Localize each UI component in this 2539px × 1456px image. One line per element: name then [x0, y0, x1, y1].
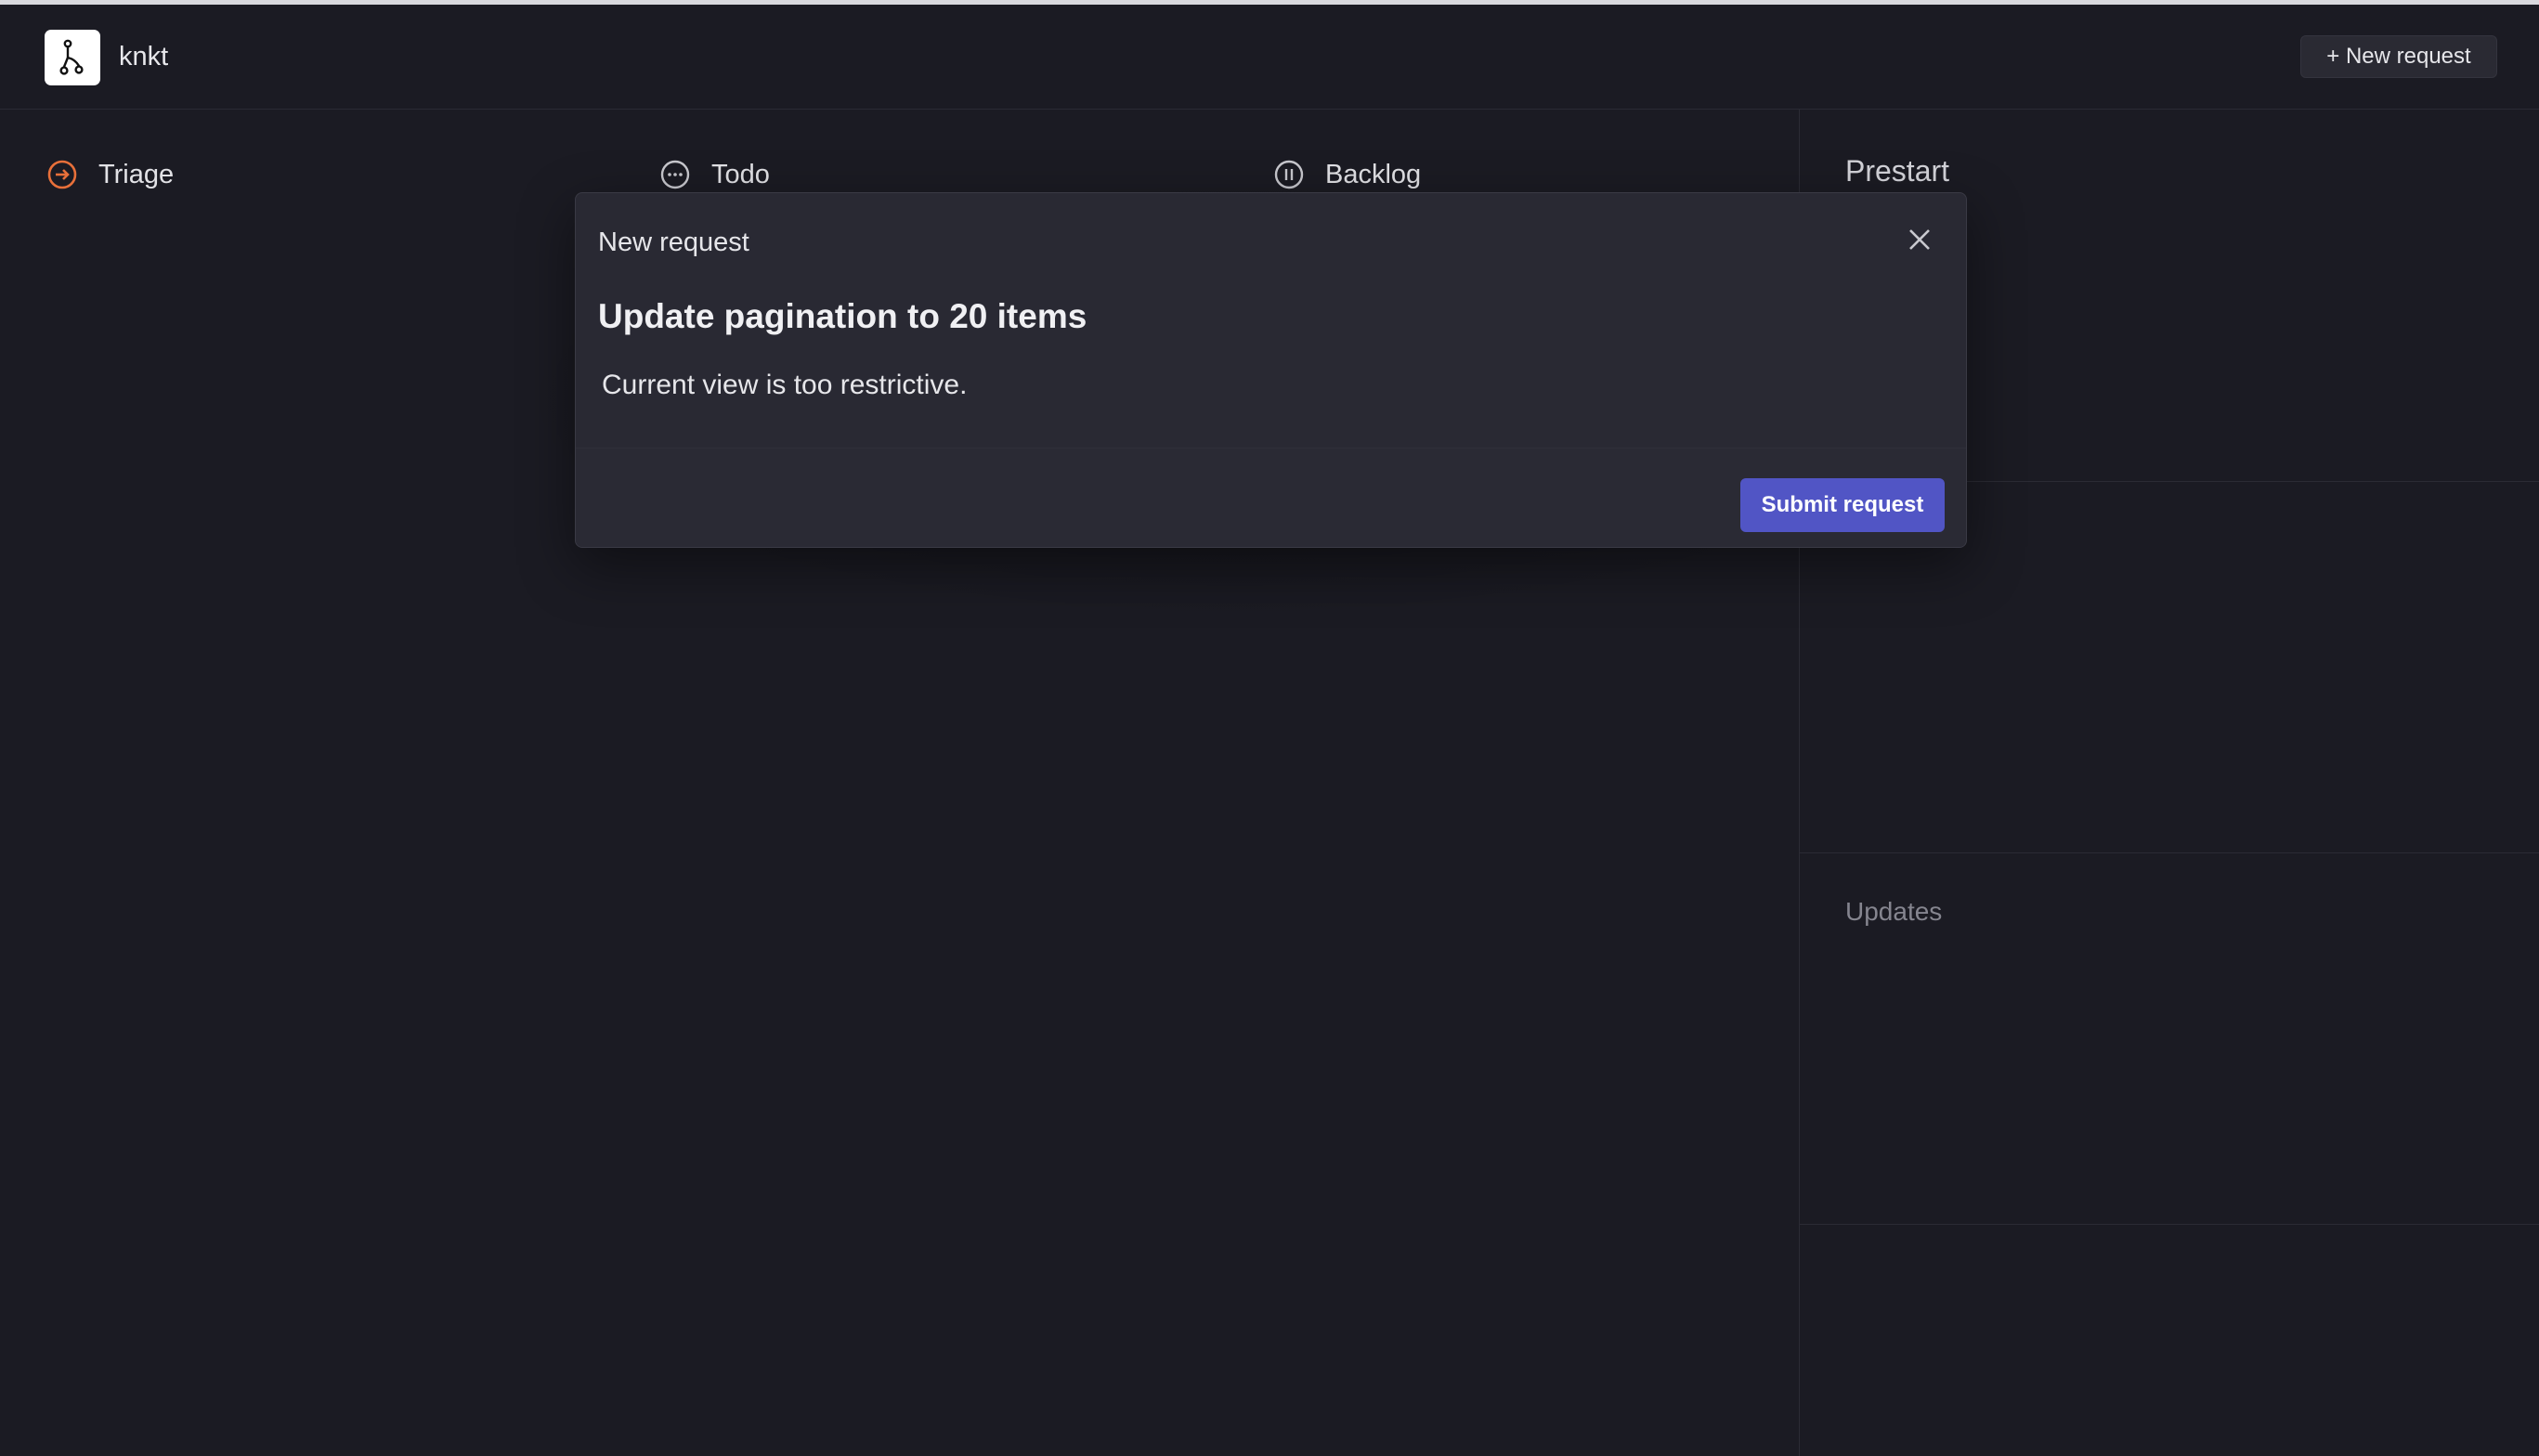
- new-request-modal: New request Update pagination to 20 item…: [575, 192, 1967, 548]
- close-button[interactable]: [1901, 221, 1938, 258]
- todo-dots-icon: [660, 160, 690, 189]
- updates-section-label: Updates: [1845, 897, 1943, 926]
- column-label-backlog: Backlog: [1325, 159, 1422, 189]
- modal-title: New request: [598, 228, 749, 257]
- request-title-field[interactable]: Update pagination to 20 items: [598, 297, 1087, 336]
- column-header-triage[interactable]: Triage: [46, 154, 174, 195]
- triage-arrow-icon: [47, 160, 77, 189]
- brand-name: knkt: [119, 42, 169, 72]
- new-request-button[interactable]: + New request: [2300, 35, 2497, 78]
- panel-title: Prestart: [1845, 154, 1950, 188]
- close-icon: [1909, 229, 1930, 250]
- backlog-pause-icon: [1274, 160, 1304, 189]
- modal-footer: Submit request: [576, 448, 1966, 547]
- column-header-todo[interactable]: Todo: [659, 154, 770, 195]
- app-logo[interactable]: [45, 30, 100, 85]
- panel-divider: [1800, 1224, 2539, 1225]
- column-header-backlog[interactable]: Backlog: [1273, 154, 1421, 195]
- column-label-triage: Triage: [98, 159, 175, 189]
- submit-request-button[interactable]: Submit request: [1740, 478, 1945, 532]
- request-description-field[interactable]: Current view is too restrictive.: [602, 370, 967, 401]
- column-label-todo: Todo: [711, 159, 770, 189]
- app-header: knkt + New request: [0, 5, 2539, 110]
- panel-divider: [1800, 852, 2539, 853]
- branch-icon: [59, 39, 84, 75]
